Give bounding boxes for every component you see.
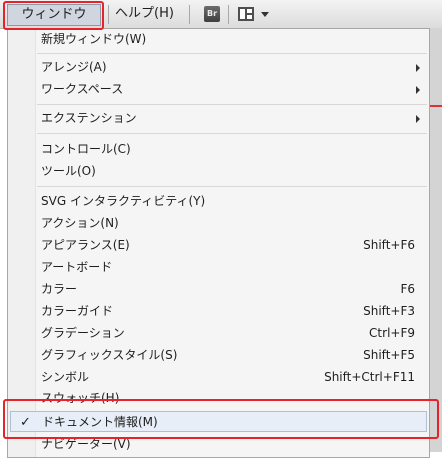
chevron-down-icon[interactable] — [261, 12, 269, 17]
menu-item-appearance[interactable]: アピアランス(E) Shift+F6 — [8, 235, 429, 256]
menu-item-label: グラデーション — [41, 326, 125, 340]
background-line — [430, 105, 442, 107]
highlight-box-window-menu — [3, 1, 104, 30]
menu-item-label: アピアランス(E) — [41, 238, 130, 252]
menu-separator — [37, 104, 427, 105]
menu-item-label: ワークスペース — [41, 82, 124, 96]
menu-item-shortcut: F6 — [400, 282, 415, 296]
menu-item-arrange[interactable]: アレンジ(A) — [8, 57, 429, 78]
arrange-documents-icon[interactable] — [238, 7, 254, 21]
menu-item-shortcut: Shift+F6 — [363, 238, 415, 252]
menu-item-label: アクション(N) — [41, 216, 119, 230]
menu-item-workspace[interactable]: ワークスペース — [8, 79, 429, 100]
highlight-box-document-info — [3, 399, 439, 439]
submenu-arrow-icon — [416, 86, 420, 94]
menu-separator — [37, 53, 427, 54]
menu-item-shortcut: Shift+Ctrl+F11 — [324, 370, 415, 384]
submenu-arrow-icon — [416, 115, 420, 123]
menu-separator — [37, 133, 427, 134]
menu-item-artboards[interactable]: アートボード — [8, 257, 429, 278]
menu-item-new-window[interactable]: 新規ウィンドウ(W) — [8, 29, 429, 50]
bridge-icon[interactable]: Br — [204, 6, 220, 22]
menu-item-shortcut: Shift+F3 — [363, 304, 415, 318]
menu-item-control[interactable]: コントロール(C) — [8, 139, 429, 160]
menu-item-color[interactable]: カラー F6 — [8, 279, 429, 300]
menu-item-label: ツール(O) — [41, 164, 96, 178]
menu-item-label: シンボル — [41, 370, 90, 384]
menu-item-label: コントロール(C) — [41, 142, 131, 156]
menu-item-label: カラー — [41, 282, 78, 296]
menu-item-label: エクステンション — [41, 111, 137, 125]
menu-item-color-guide[interactable]: カラーガイド Shift+F3 — [8, 301, 429, 322]
submenu-arrow-icon — [416, 64, 420, 72]
menu-help[interactable]: ヘルプ(H) — [110, 3, 179, 25]
menu-separator — [37, 186, 427, 187]
menu-item-label: アートボード — [41, 260, 113, 274]
menu-item-label: アレンジ(A) — [41, 60, 107, 74]
menubar-separator — [108, 5, 109, 24]
menu-item-graphic-styles[interactable]: グラフィックスタイル(S) Shift+F5 — [8, 345, 429, 366]
menubar-separator — [228, 5, 229, 24]
menu-item-label: 新規ウィンドウ(W) — [41, 32, 147, 46]
window-menu-dropdown: 新規ウィンドウ(W) アレンジ(A) ワークスペース エクステンション コントロ… — [7, 28, 430, 458]
menu-item-svg-interactivity[interactable]: SVG インタラクティビティ(Y) — [8, 191, 429, 212]
menu-item-tools[interactable]: ツール(O) — [8, 161, 429, 182]
menu-item-gradient[interactable]: グラデーション Ctrl+F9 — [8, 323, 429, 344]
menu-item-actions[interactable]: アクション(N) — [8, 213, 429, 234]
menu-item-label: グラフィックスタイル(S) — [41, 348, 178, 362]
menu-item-label: SVG インタラクティビティ(Y) — [41, 194, 206, 208]
document-background — [430, 28, 442, 452]
menu-item-extensions[interactable]: エクステンション — [8, 108, 429, 129]
menu-item-label: カラーガイド — [41, 304, 114, 318]
menu-item-symbols[interactable]: シンボル Shift+Ctrl+F11 — [8, 367, 429, 388]
menubar-separator — [189, 5, 190, 24]
menu-item-shortcut: Shift+F5 — [363, 348, 415, 362]
menu-item-shortcut: Ctrl+F9 — [369, 326, 415, 340]
